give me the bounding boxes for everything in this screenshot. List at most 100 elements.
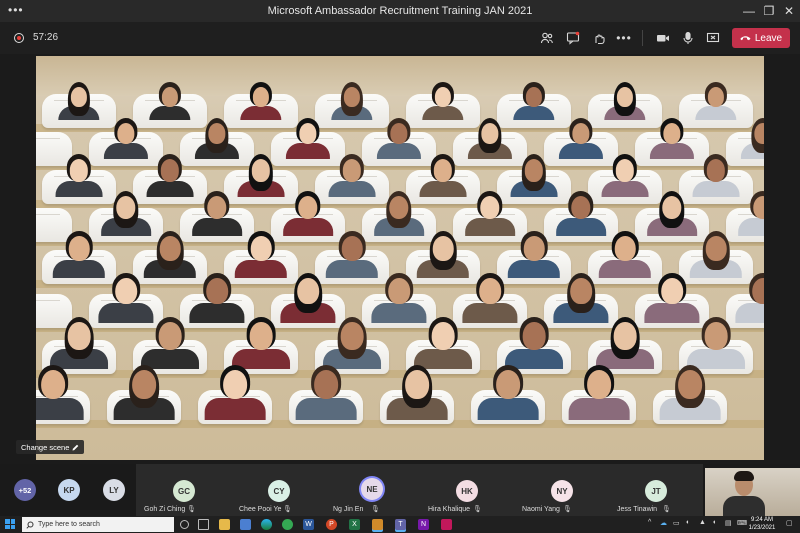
avatar: NY [551,480,573,502]
participant-face [117,123,135,145]
participant-tile[interactable]: HK Hira Khalique 🎙 [420,464,514,516]
participant-face [161,87,179,107]
explorer-active-icon[interactable] [372,519,383,530]
participant-body [204,398,266,420]
camera-icon[interactable] [654,29,672,47]
keyboard-icon[interactable]: ▤ [725,519,732,527]
participant-face [388,278,410,305]
participant-body [465,218,515,236]
powerpoint-icon[interactable]: P [326,519,337,530]
scene-wall [36,56,764,96]
participant-face [41,370,65,400]
avatar: HK [456,480,478,502]
participant-tile[interactable]: NY Naomi Yang 🎙 [514,464,609,516]
participant-body [328,180,376,198]
mic-muted-icon: 🎙 [187,506,196,513]
word-icon[interactable]: W [303,519,314,530]
participant-face [704,322,728,350]
participant-face [678,370,702,400]
participant-face [432,235,454,261]
avatar: LY [103,479,125,501]
battery-icon[interactable]: ▭ [673,519,680,527]
network-icon[interactable]: ▲ [699,519,706,526]
reactions-icon[interactable] [590,29,608,47]
edge-icon[interactable] [261,519,272,530]
change-scene-button[interactable]: Change scene [16,440,85,454]
leave-button[interactable]: Leave [732,28,790,48]
chrome-icon[interactable] [282,519,293,530]
participant-body [376,143,422,159]
participant-face [570,278,592,305]
close-window-button[interactable]: ✕ [776,0,800,22]
participant-name: Chee Pooi Ye [239,506,282,513]
participant-body [285,143,331,159]
participant-face [223,370,247,400]
participant-strip: +52 KP LY GC Goh Zi Ching 🎙 CY Chee Pooi… [0,464,800,516]
participant-name: Jess Tinawin [617,506,658,513]
participants-icon[interactable] [538,29,556,47]
volume-icon[interactable]: ◖ [712,519,716,526]
participant-face [343,87,361,107]
participant-face [390,123,408,145]
participant-body [234,259,288,279]
onenote-icon[interactable]: N [418,519,429,530]
participant-tile[interactable]: CY Chee Pooi Ye 🎙 [231,464,325,516]
microphone-icon[interactable] [679,29,697,47]
chat-icon[interactable] [564,29,582,47]
taskbar-clock[interactable]: 9:24 AM 1/23/2021 [748,516,776,532]
participant-body [692,180,740,198]
mic-muted-icon: 🎙 [563,506,572,513]
mail-icon[interactable] [240,519,251,530]
participant-face [707,87,725,107]
participant-face [116,195,136,220]
overflow-participants-badge[interactable]: +52 [14,479,36,501]
notifications-icon[interactable]: ▢ [786,519,793,527]
participant-body [325,259,379,279]
windows-start-icon[interactable] [5,519,15,529]
participant-body [55,180,103,198]
participant-tile[interactable]: GC Goh Zi Ching 🎙 [136,464,231,516]
participant-body [189,303,245,323]
auditorium-seat [36,294,72,328]
cortana-icon[interactable] [180,520,189,529]
participant-face [68,235,90,261]
participant-face [132,370,156,400]
tray-app-icon[interactable]: ◐ [686,519,690,526]
participant-face [158,322,182,350]
participant-name: Naomi Yang [522,506,560,513]
participant-face [206,278,228,305]
language-icon[interactable]: ⌨ [737,519,747,527]
mic-muted-icon: 🎙 [283,506,292,513]
windows-taskbar: Type here to search W P X T N ^ ☁ ▭ ◐ ▲ … [0,516,800,533]
recording-indicator-icon [14,33,24,43]
taskbar-search-input[interactable]: Type here to search [22,517,174,532]
self-view-video[interactable] [705,468,800,516]
participant-body [568,398,630,420]
participant-face [297,278,319,305]
participant-face [572,123,590,145]
onedrive-icon[interactable]: ☁ [660,519,667,527]
participant-face [662,195,682,220]
participant-tile[interactable]: KP [48,464,92,516]
task-view-icon[interactable] [198,519,209,530]
auditorium-seat [36,208,72,242]
participant-tile[interactable]: JT Jess Tinawin 🎙 [609,464,703,516]
participant-face [67,322,91,350]
share-screen-icon[interactable] [704,29,722,47]
show-hidden-icons-icon[interactable]: ^ [648,519,651,526]
participant-name: Goh Zi Ching [144,506,186,513]
participant-body [371,303,427,323]
excel-icon[interactable]: X [349,519,360,530]
participant-face [249,322,273,350]
meeting-toolbar: 57:26 ••• Leave [0,22,800,54]
more-options-icon[interactable]: ••• [615,29,633,47]
teams-icon[interactable]: T [395,519,406,530]
clock-time: 9:24 AM [750,517,773,523]
participant-face [587,370,611,400]
participant-face [341,235,363,261]
participant-tile[interactable]: LY [92,464,136,516]
participant-face [705,235,727,261]
app-icon[interactable] [441,519,452,530]
file-explorer-icon[interactable] [219,519,230,530]
participant-tile[interactable]: NE Ng Jin En 🎙 [325,464,420,516]
